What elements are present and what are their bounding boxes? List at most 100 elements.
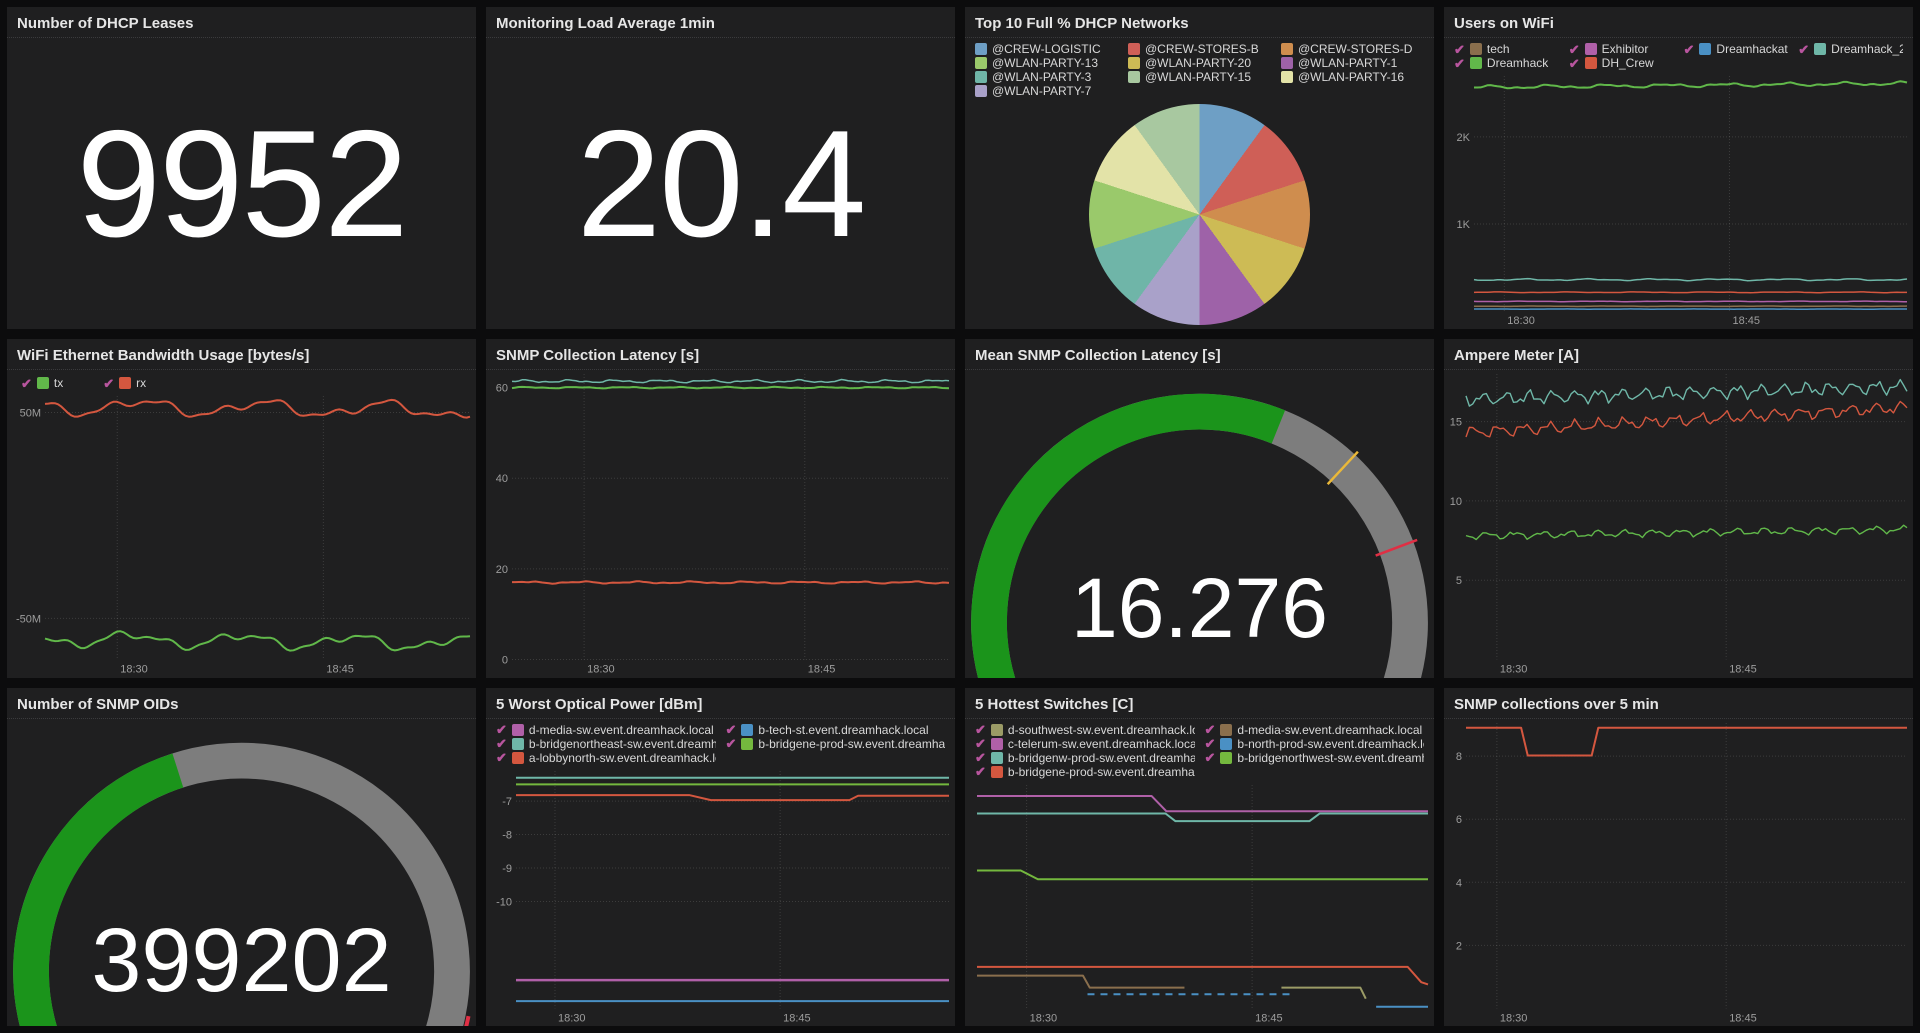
legend-check-icon: ✔ bbox=[1454, 43, 1465, 56]
legend-check-icon: ✔ bbox=[975, 737, 986, 750]
legend-swatch bbox=[119, 377, 131, 389]
legend-check-icon: ✔ bbox=[1205, 751, 1216, 764]
legend-label: d-southwest-sw.event.dreamhack.local bbox=[1008, 723, 1195, 737]
legend: ✔tech✔Exhibitor✔Dreamhackathon✔Dreamhack… bbox=[1444, 38, 1913, 72]
legend-label: b-bridgene-prod-sw.event.dreamhack.local bbox=[1008, 765, 1195, 779]
legend-swatch bbox=[1220, 752, 1232, 764]
legend-item[interactable]: @WLAN-PARTY-7 bbox=[975, 84, 1118, 98]
wifi-bandwidth-chart[interactable]: 50M-50M18:3018:45 bbox=[7, 392, 476, 678]
legend-item[interactable]: ✔b-bridgenorthwest-sw.event.dreamhack.lo… bbox=[1205, 751, 1425, 765]
svg-text:18:30: 18:30 bbox=[1507, 315, 1535, 327]
legend-check-icon: ✔ bbox=[103, 377, 114, 390]
legend-item[interactable]: ✔ b-north-prod-sw.event.dreamhack.local bbox=[1205, 737, 1425, 751]
legend-item[interactable]: ✔b-bridgenortheast-sw.event.dreamhack.lo… bbox=[496, 737, 716, 751]
legend-label: b-north-prod-sw.event.dreamhack.local bbox=[1237, 737, 1424, 751]
legend: ✔d-media-sw.event.dreamhack.local ✔b-tech… bbox=[486, 719, 955, 767]
panel-number-of-snmp-oids-gauge: Number of SNMP OIDs 399202 bbox=[7, 688, 476, 1027]
legend-item[interactable]: ✔tx bbox=[21, 376, 63, 390]
optical-power-chart[interactable]: -7-8-9-1018:3018:45 bbox=[486, 767, 955, 1027]
chart-svg: 18:3018:45 bbox=[965, 781, 1434, 1027]
snmp-collections-chart[interactable]: 864218:3018:45 bbox=[1444, 719, 1913, 1027]
legend-swatch bbox=[975, 71, 987, 83]
panel-title[interactable]: WiFi Ethernet Bandwidth Usage [bytes/s] bbox=[7, 339, 476, 370]
chart-svg: 2K1K18:3018:45 bbox=[1444, 72, 1913, 329]
legend-swatch bbox=[1128, 57, 1140, 69]
panel-title[interactable]: Ampere Meter [A] bbox=[1444, 339, 1913, 370]
svg-text:15: 15 bbox=[1450, 417, 1462, 429]
legend-swatch bbox=[741, 724, 753, 736]
legend-swatch bbox=[991, 738, 1003, 750]
snmp-latency-chart[interactable]: 604020018:3018:45 bbox=[486, 370, 955, 678]
legend-item[interactable]: ✔b-bridgene-prod-sw.event.dreamhack.loca… bbox=[975, 765, 1195, 779]
svg-text:18:45: 18:45 bbox=[1729, 664, 1757, 676]
users-on-wifi-chart[interactable]: 2K1K18:3018:45 bbox=[1444, 72, 1913, 329]
legend-item[interactable]: @WLAN-PARTY-20 bbox=[1128, 56, 1271, 70]
panel-title[interactable]: Number of SNMP OIDs bbox=[7, 688, 476, 719]
panel-title[interactable]: SNMP collections over 5 min bbox=[1444, 688, 1913, 719]
legend-swatch bbox=[37, 377, 49, 389]
legend-item[interactable]: ✔Exhibitor bbox=[1569, 42, 1674, 56]
panel-title[interactable]: SNMP Collection Latency [s] bbox=[486, 339, 955, 370]
legend-swatch bbox=[1470, 43, 1482, 55]
legend-item[interactable]: @WLAN-PARTY-16 bbox=[1281, 70, 1424, 84]
legend-item[interactable]: ✔d-southwest-sw.event.dreamhack.local bbox=[975, 723, 1195, 737]
svg-text:8: 8 bbox=[1456, 751, 1462, 763]
panel-title[interactable]: Users on WiFi bbox=[1444, 7, 1913, 38]
svg-text:5: 5 bbox=[1456, 575, 1462, 587]
legend-label: a-lobbynorth-sw.event.dreamhack.local bbox=[529, 751, 716, 765]
hottest-switches-chart[interactable]: 18:3018:45 bbox=[965, 781, 1434, 1027]
legend-item[interactable]: ✔d-media-sw.event.dreamhack.local bbox=[1205, 723, 1425, 737]
legend-item[interactable]: @CREW-STORES-D bbox=[1281, 42, 1424, 56]
legend-item[interactable]: @CREW-STORES-B bbox=[1128, 42, 1271, 56]
panel-title[interactable]: Top 10 Full % DHCP Networks bbox=[965, 7, 1434, 38]
stat-value: 9952 bbox=[7, 38, 476, 329]
chart-svg: 1510518:3018:45 bbox=[1444, 370, 1913, 678]
legend-item[interactable]: ✔c-telerum-sw.event.dreamhack.local bbox=[975, 737, 1195, 751]
legend: ✔d-southwest-sw.event.dreamhack.local✔d-… bbox=[965, 719, 1434, 781]
svg-text:18:45: 18:45 bbox=[1729, 1012, 1757, 1024]
legend-item[interactable]: @WLAN-PARTY-13 bbox=[975, 56, 1118, 70]
legend-swatch bbox=[991, 766, 1003, 778]
chart-svg: 864218:3018:45 bbox=[1444, 719, 1913, 1027]
legend-item[interactable]: ✔a-lobbynorth-sw.event.dreamhack.local bbox=[496, 751, 716, 765]
legend-item[interactable]: ✔Dreamhack bbox=[1454, 56, 1559, 70]
legend-item[interactable]: ✔Dreamhack_2.4 bbox=[1798, 42, 1903, 56]
legend-item[interactable]: @WLAN-PARTY-3 bbox=[975, 70, 1118, 84]
legend-item[interactable]: ✔b-bridgene-prod-sw.event.dreamhack.loca… bbox=[726, 737, 946, 751]
legend-label: b-bridgene-prod-sw.event.dreamhack.local bbox=[758, 737, 945, 751]
legend-item[interactable]: ✔tech bbox=[1454, 42, 1559, 56]
ampere-meter-chart[interactable]: 1510518:3018:45 bbox=[1444, 370, 1913, 678]
dhcp-networks-pie-chart[interactable] bbox=[965, 100, 1434, 329]
pie-chart-graphic[interactable] bbox=[1089, 104, 1310, 325]
legend-item[interactable]: ✔ rx bbox=[103, 376, 146, 390]
legend-item[interactable]: @CREW-LOGISTIC bbox=[975, 42, 1118, 56]
legend-label: b-bridgenw-prod-sw.event.dreamhack.local bbox=[1008, 751, 1195, 765]
legend-label: @WLAN-PARTY-7 bbox=[992, 84, 1091, 98]
legend-check-icon: ✔ bbox=[1569, 43, 1580, 56]
svg-text:18:45: 18:45 bbox=[1255, 1012, 1283, 1024]
legend-item[interactable]: @WLAN-PARTY-1 bbox=[1281, 56, 1424, 70]
legend-item[interactable]: ✔Dreamhackathon bbox=[1684, 42, 1789, 56]
panel-title[interactable]: Mean SNMP Collection Latency [s] bbox=[965, 339, 1434, 370]
panel-title[interactable]: 5 Hottest Switches [C] bbox=[965, 688, 1434, 719]
legend-item[interactable]: ✔b-tech-st.event.dreamhack.local bbox=[726, 723, 946, 737]
svg-text:18:30: 18:30 bbox=[558, 1012, 586, 1024]
panel-title[interactable]: 5 Worst Optical Power [dBm] bbox=[486, 688, 955, 719]
legend-label: @WLAN-PARTY-1 bbox=[1298, 56, 1397, 70]
legend-item[interactable]: ✔d-media-sw.event.dreamhack.local bbox=[496, 723, 716, 737]
panel-title[interactable]: Number of DHCP Leases bbox=[7, 7, 476, 38]
legend-label: rx bbox=[136, 376, 146, 390]
panel-snmp-collection-latency: SNMP Collection Latency [s] 604020018:30… bbox=[486, 339, 955, 678]
panel-top10-dhcp-networks: Top 10 Full % DHCP Networks @CREW-LOGIST… bbox=[965, 7, 1434, 329]
legend-swatch bbox=[991, 724, 1003, 736]
gauge-value: 16.276 bbox=[965, 566, 1434, 650]
legend-check-icon: ✔ bbox=[1798, 43, 1809, 56]
legend-label: Dreamhackathon bbox=[1716, 42, 1788, 56]
legend-swatch bbox=[975, 85, 987, 97]
legend-check-icon: ✔ bbox=[1205, 737, 1216, 750]
legend-item[interactable]: ✔DH_Crew bbox=[1569, 56, 1674, 70]
legend-item[interactable]: ✔b-bridgenw-prod-sw.event.dreamhack.loca… bbox=[975, 751, 1195, 765]
panel-title[interactable]: Monitoring Load Average 1min bbox=[486, 7, 955, 38]
legend-item[interactable]: @WLAN-PARTY-15 bbox=[1128, 70, 1271, 84]
panel-mean-snmp-latency-gauge: Mean SNMP Collection Latency [s] 16.276 bbox=[965, 339, 1434, 678]
